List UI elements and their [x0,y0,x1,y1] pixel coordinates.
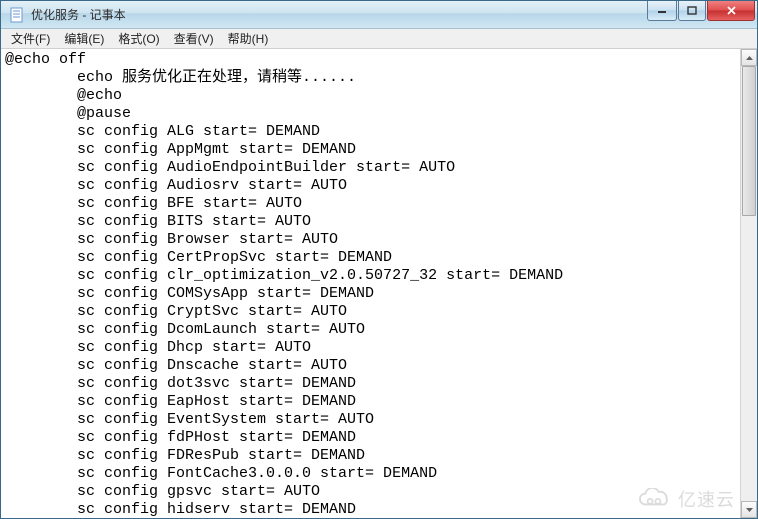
editor-line: @pause [5,105,740,123]
editor-line: sc config Dhcp start= AUTO [5,339,740,357]
window-controls [646,1,755,21]
editor-line: @echo [5,87,740,105]
editor-line: sc config dot3svc start= DEMAND [5,375,740,393]
menu-edit[interactable]: 编辑(E) [58,29,112,48]
close-button[interactable] [707,1,755,21]
editor-line: sc config FDResPub start= DEMAND [5,447,740,465]
editor-line: sc config COMSysApp start= DEMAND [5,285,740,303]
editor-line: sc config EapHost start= DEMAND [5,393,740,411]
editor-line: sc config AudioEndpointBuilder start= AU… [5,159,740,177]
editor-line: sc config fdPHost start= DEMAND [5,429,740,447]
editor-line: sc config Dnscache start= AUTO [5,357,740,375]
editor-line: sc config BITS start= AUTO [5,213,740,231]
editor-line: sc config Audiosrv start= AUTO [5,177,740,195]
editor-line: sc config EventSystem start= AUTO [5,411,740,429]
editor-line: sc config DcomLaunch start= AUTO [5,321,740,339]
editor-line: sc config gpsvc start= AUTO [5,483,740,501]
editor-line: sc config BFE start= AUTO [5,195,740,213]
editor-line: @echo off [5,51,740,69]
titlebar[interactable]: 优化服务 - 记事本 [1,1,757,29]
editor-line: sc config CertPropSvc start= DEMAND [5,249,740,267]
menubar: 文件(F) 编辑(E) 格式(O) 查看(V) 帮助(H) [1,29,757,49]
editor-line: sc config hidserv start= DEMAND [5,501,740,518]
scroll-track[interactable] [741,66,757,501]
editor-line: sc config FontCache3.0.0.0 start= DEMAND [5,465,740,483]
menu-format[interactable]: 格式(O) [112,29,167,48]
vertical-scrollbar[interactable] [740,49,757,518]
notepad-window: 优化服务 - 记事本 文件(F) 编辑(E) 格式(O) 查看(V) 帮助(H)… [0,0,758,519]
scroll-up-button[interactable] [741,49,757,66]
title-left: 优化服务 - 记事本 [9,6,126,23]
scroll-thumb[interactable] [742,66,756,216]
editor-line: sc config ALG start= DEMAND [5,123,740,141]
menu-help[interactable]: 帮助(H) [222,29,277,48]
editor-line: sc config AppMgmt start= DEMAND [5,141,740,159]
menu-file[interactable]: 文件(F) [5,29,58,48]
editor-line: sc config clr_optimization_v2.0.50727_32… [5,267,740,285]
maximize-button[interactable] [678,1,706,21]
minimize-button[interactable] [647,1,677,21]
notepad-icon [9,7,25,23]
content-wrap: @echo off echo 服务优化正在处理，请稍等...... @echo … [1,49,757,518]
window-title: 优化服务 - 记事本 [31,6,126,23]
editor-line: sc config Browser start= AUTO [5,231,740,249]
text-editor[interactable]: @echo off echo 服务优化正在处理，请稍等...... @echo … [1,49,740,518]
editor-line: echo 服务优化正在处理，请稍等...... [5,69,740,87]
menu-view[interactable]: 查看(V) [168,29,222,48]
editor-line: sc config CryptSvc start= AUTO [5,303,740,321]
scroll-down-button[interactable] [741,501,757,518]
